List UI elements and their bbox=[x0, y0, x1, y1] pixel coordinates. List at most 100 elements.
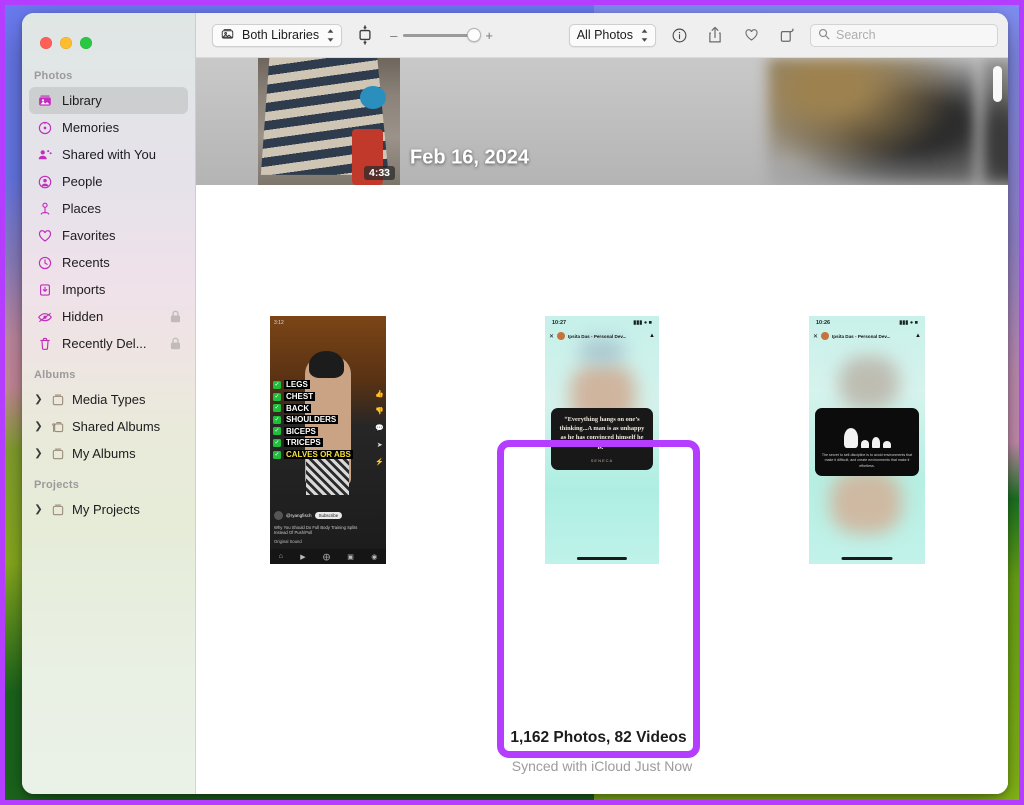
close-button[interactable] bbox=[40, 37, 52, 49]
check-icon: ✓ bbox=[273, 427, 281, 436]
discipline-quote-screenshot[interactable]: 10:26 ▮▮▮ ● ■ ✕ Ipsita Das - Personal De… bbox=[809, 316, 925, 564]
send-icon[interactable]: ▲ bbox=[649, 333, 655, 339]
dislike-icon[interactable]: 👎 bbox=[375, 407, 384, 415]
home-tab-icon[interactable]: ⌂ bbox=[279, 553, 283, 560]
sidebar-item-hidden[interactable]: Hidden bbox=[29, 303, 188, 330]
sidebar-item-shared-albums[interactable]: ❯ Shared Albums bbox=[29, 413, 188, 440]
zoom-in-label[interactable]: + bbox=[485, 29, 493, 42]
shared-with-you-icon bbox=[36, 146, 53, 163]
view-selector[interactable]: All Photos bbox=[568, 23, 656, 47]
zoom-slider-group[interactable]: – + bbox=[390, 28, 493, 42]
sidebar: Photos Library Memories Shared with You … bbox=[22, 13, 196, 794]
favorite-button[interactable] bbox=[738, 24, 764, 47]
rotate-button[interactable] bbox=[774, 24, 800, 47]
account-name: Ipsita Das - Personal Dev... bbox=[832, 333, 891, 339]
info-icon bbox=[671, 27, 688, 44]
library-selector[interactable]: Both Libraries bbox=[212, 23, 343, 47]
aspect-ratio-button[interactable] bbox=[352, 24, 378, 47]
info-button[interactable] bbox=[666, 24, 692, 47]
album-icon bbox=[49, 445, 66, 462]
zoom-button[interactable] bbox=[80, 37, 92, 49]
quote-text: The secret to self-discipline is to avoi… bbox=[821, 452, 913, 468]
shared-album-icon bbox=[49, 418, 66, 435]
album-icon bbox=[49, 501, 66, 518]
photos-library-icon bbox=[220, 27, 235, 44]
sidebar-item-people[interactable]: People bbox=[29, 168, 188, 195]
phone-status-icons: ▮▮▮ ● ■ bbox=[899, 319, 918, 326]
sidebar-item-label: Recently Del... bbox=[62, 336, 147, 351]
quote-card: The secret to self-discipline is to avoi… bbox=[815, 407, 919, 476]
check-icon: ✓ bbox=[273, 450, 281, 459]
sidebar-item-recents[interactable]: Recents bbox=[29, 249, 188, 276]
chevron-right-icon[interactable]: ❯ bbox=[34, 394, 43, 405]
sidebar-item-label: Favorites bbox=[62, 228, 116, 243]
album-icon bbox=[49, 391, 66, 408]
sidebar-item-label: Media Types bbox=[72, 392, 146, 407]
sidebar-item-memories[interactable]: Memories bbox=[29, 114, 188, 141]
workout-checklist-video[interactable]: 3:12 ✓ LEGS ✓ CHEST ✓ BACK ✓ SHOULDERS ✓… bbox=[270, 316, 386, 564]
search-field[interactable] bbox=[810, 23, 998, 47]
blurred-photo-2[interactable] bbox=[768, 58, 976, 185]
sidebar-item-favorites[interactable]: Favorites bbox=[29, 222, 188, 249]
subscribe-button[interactable]: Subscribe bbox=[314, 512, 343, 519]
blurred-region bbox=[839, 355, 900, 411]
share-icon bbox=[707, 26, 723, 44]
zoom-slider-knob[interactable] bbox=[467, 28, 482, 42]
chevron-right-icon[interactable]: ❯ bbox=[34, 448, 43, 459]
zoom-slider[interactable] bbox=[403, 28, 482, 42]
minimize-button[interactable] bbox=[60, 37, 72, 49]
home-indicator bbox=[841, 557, 893, 560]
chevron-right-icon[interactable]: ❯ bbox=[34, 504, 43, 515]
share-button[interactable] bbox=[702, 24, 728, 47]
sidebar-item-media-types[interactable]: ❯ Media Types bbox=[29, 386, 188, 413]
search-icon bbox=[818, 28, 830, 43]
sidebar-item-library[interactable]: Library bbox=[29, 87, 188, 114]
phone-screenshot: 10:27 ▮▮▮ ● ■ ✕ Ipsita Das - Personal De… bbox=[545, 316, 659, 564]
heart-icon bbox=[743, 27, 760, 43]
people-icon bbox=[36, 173, 53, 190]
remix-icon[interactable]: ⚡ bbox=[375, 458, 384, 466]
check-icon: ✓ bbox=[273, 392, 281, 401]
share-icon[interactable]: ➤ bbox=[377, 441, 383, 449]
vertical-scrollbar[interactable] bbox=[993, 66, 1002, 102]
phone-app-bar: ✕ Ipsita Das - Personal Dev... ▲ bbox=[545, 329, 659, 343]
sidebar-section-title-albums: Albums bbox=[34, 369, 76, 381]
sidebar-item-recently-deleted[interactable]: Recently Del... bbox=[29, 330, 188, 357]
sidebar-item-my-albums[interactable]: ❯ My Albums bbox=[29, 440, 188, 467]
sidebar-item-places[interactable]: Places bbox=[29, 195, 188, 222]
close-icon[interactable]: ✕ bbox=[549, 333, 554, 340]
chevron-updown-icon bbox=[640, 28, 649, 43]
close-icon[interactable]: ✕ bbox=[813, 333, 818, 340]
gym-video-thumbnail[interactable]: 4:33 bbox=[258, 58, 400, 185]
window-controls[interactable] bbox=[22, 13, 195, 58]
sidebar-item-my-projects[interactable]: ❯ My Projects bbox=[29, 496, 188, 523]
zoom-out-label[interactable]: – bbox=[390, 29, 397, 42]
sidebar-item-label: Shared with You bbox=[62, 147, 156, 162]
shorts-tab-icon[interactable]: ▶ bbox=[300, 553, 305, 561]
search-input[interactable] bbox=[836, 28, 990, 42]
chevron-right-icon[interactable]: ❯ bbox=[34, 421, 43, 432]
lock-icon bbox=[170, 310, 181, 323]
video-caption: Why You Should Do Full Body Training Spl… bbox=[274, 524, 358, 536]
avatar bbox=[821, 332, 830, 340]
avatar bbox=[557, 332, 566, 340]
send-icon[interactable]: ▲ bbox=[915, 333, 921, 339]
library-tab-icon[interactable]: ◉ bbox=[371, 553, 377, 561]
main-content: Both Libraries – + All Photos Search 4:3… bbox=[196, 13, 1008, 794]
sidebar-item-shared-with-you[interactable]: Shared with You bbox=[29, 141, 188, 168]
create-tab-icon[interactable]: ⨁ bbox=[323, 553, 330, 561]
photo-grid[interactable]: 4:33 Feb 16, 2024 3:12 ✓ LEGS ✓ CHEST ✓ … bbox=[196, 58, 1008, 794]
subscriptions-tab-icon[interactable]: ▣ bbox=[347, 553, 354, 561]
rotate-icon bbox=[779, 27, 795, 44]
sidebar-item-imports[interactable]: Imports bbox=[29, 276, 188, 303]
trash-icon bbox=[36, 335, 53, 352]
sidebar-item-label: Memories bbox=[62, 120, 120, 135]
seneca-quote-screenshot[interactable]: 10:27 ▮▮▮ ● ■ ✕ Ipsita Das - Personal De… bbox=[545, 316, 659, 564]
checklist-item: SHOULDERS bbox=[284, 415, 339, 425]
checklist-item: BACK bbox=[284, 403, 312, 413]
like-icon[interactable]: 👍 bbox=[375, 390, 384, 398]
phone-screenshot: 10:26 ▮▮▮ ● ■ ✕ Ipsita Das - Personal De… bbox=[809, 316, 925, 564]
comment-icon[interactable]: 💬 bbox=[375, 424, 384, 432]
sidebar-item-label: Places bbox=[62, 201, 102, 216]
sidebar-item-label: People bbox=[62, 174, 103, 189]
